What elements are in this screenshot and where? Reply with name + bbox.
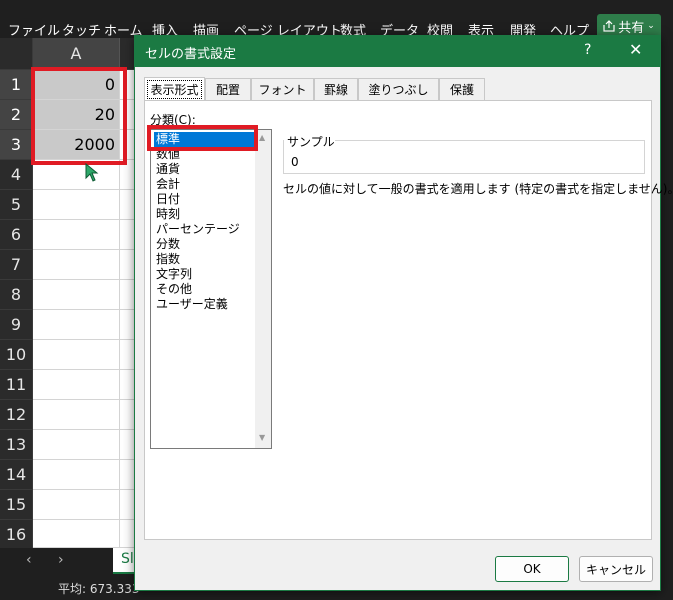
category-listbox[interactable]: 標準 数値 通貨 会計 日付 時刻 パーセンテージ 分数 指数 文字列 その他 … <box>150 129 272 449</box>
row-header[interactable]: 5 <box>0 190 33 220</box>
category-scrollbar[interactable] <box>255 130 271 448</box>
cell-a16[interactable] <box>33 520 120 548</box>
list-item[interactable]: 指数 <box>154 252 254 267</box>
cell-a5[interactable] <box>33 190 120 220</box>
cell-a7[interactable] <box>33 250 120 280</box>
dialog-title: セルの書式設定 <box>145 47 237 62</box>
scroll-down-icon[interactable]: ▼ <box>259 433 265 442</box>
list-item[interactable]: 通貨 <box>154 162 254 177</box>
menu-draw[interactable]: 描画 <box>193 20 219 39</box>
row-header[interactable]: 1 <box>0 70 33 100</box>
sample-label: サンプル <box>287 135 335 149</box>
menu-review[interactable]: 校閲 <box>427 20 453 39</box>
cell-a13[interactable] <box>33 430 120 460</box>
select-all-corner[interactable] <box>0 38 33 70</box>
list-item[interactable]: ユーザー定義 <box>154 297 254 312</box>
sample-value: 0 <box>291 155 299 169</box>
ribbon-menubar: ファイル タッチ ホーム 挿入 描画 ページ レイアウト 数式 データ 校閲 表… <box>0 0 673 39</box>
menu-home[interactable]: ホーム <box>104 20 143 39</box>
sheet-prev-icon[interactable]: ‹ <box>26 552 32 568</box>
cell-a15[interactable] <box>33 490 120 520</box>
share-icon <box>603 20 615 32</box>
row-header[interactable]: 2 <box>0 100 33 130</box>
cell-a8[interactable] <box>33 280 120 310</box>
row-header[interactable]: 6 <box>0 220 33 250</box>
share-label: 共有 <box>618 20 645 36</box>
sheet-next-icon[interactable]: › <box>58 552 64 568</box>
tab-alignment[interactable]: 配置 <box>205 78 251 100</box>
row-header[interactable]: 13 <box>0 430 33 460</box>
mouse-cursor-icon <box>85 163 99 182</box>
tab-protection[interactable]: 保護 <box>439 78 485 100</box>
row-header[interactable]: 15 <box>0 490 33 520</box>
cell-a9[interactable] <box>33 310 120 340</box>
help-button[interactable]: ? <box>584 42 591 58</box>
row-header[interactable]: 10 <box>0 340 33 370</box>
list-item[interactable]: その他 <box>154 282 254 297</box>
menu-view[interactable]: 表示 <box>468 20 494 39</box>
cell-a6[interactable] <box>33 220 120 250</box>
cancel-button[interactable]: キャンセル <box>579 556 653 582</box>
tab-font[interactable]: フォント <box>251 78 314 100</box>
row-header[interactable]: 16 <box>0 520 33 550</box>
selection-highlight-box <box>31 67 127 165</box>
menu-file[interactable]: ファイル <box>8 20 60 39</box>
sample-group <box>283 140 645 174</box>
tab-number[interactable]: 表示形式 <box>144 77 205 101</box>
category-highlight-box <box>147 125 258 151</box>
column-header-a[interactable]: A <box>33 38 120 70</box>
row-header[interactable]: 8 <box>0 280 33 310</box>
list-item[interactable]: 時刻 <box>154 207 254 222</box>
tab-border[interactable]: 罫線 <box>314 78 358 100</box>
format-cells-dialog: セルの書式設定 ? ✕ 表示形式 配置 フォント 罫線 塗りつぶし 保護 分類(… <box>134 35 673 591</box>
cell-a11[interactable] <box>33 370 120 400</box>
menu-data[interactable]: データ <box>380 20 419 39</box>
row-header[interactable]: 12 <box>0 400 33 430</box>
row-header[interactable]: 3 <box>0 130 33 160</box>
cell-a14[interactable] <box>33 460 120 490</box>
list-item[interactable]: パーセンテージ <box>154 222 254 237</box>
menu-help[interactable]: ヘルプ <box>550 20 589 39</box>
chevron-down-icon: ⌄ <box>647 21 655 31</box>
close-icon[interactable]: ✕ <box>629 40 642 59</box>
menu-touch[interactable]: タッチ <box>62 20 101 39</box>
list-item[interactable]: 文字列 <box>154 267 254 282</box>
menu-page-layout[interactable]: ページ レイアウト <box>234 20 342 39</box>
row-header[interactable]: 14 <box>0 460 33 490</box>
row-header[interactable]: 7 <box>0 250 33 280</box>
dialog-title-bar[interactable]: セルの書式設定 ? ✕ <box>135 36 660 67</box>
list-item[interactable]: 日付 <box>154 192 254 207</box>
list-item[interactable]: 会計 <box>154 177 254 192</box>
menu-formulas[interactable]: 数式 <box>340 20 366 39</box>
ok-button[interactable]: OK <box>495 556 569 582</box>
list-item[interactable]: 分数 <box>154 237 254 252</box>
format-description: セルの値に対して一般の書式を適用します (特定の書式を指定しません)。 <box>283 182 673 196</box>
tab-number-label: 表示形式 <box>147 80 202 99</box>
row-header[interactable]: 4 <box>0 160 33 190</box>
row-header[interactable]: 9 <box>0 310 33 340</box>
row-header[interactable]: 11 <box>0 370 33 400</box>
menu-insert[interactable]: 挿入 <box>152 20 178 39</box>
cell-a12[interactable] <box>33 400 120 430</box>
scroll-up-icon[interactable]: ▲ <box>259 133 265 142</box>
cell-a10[interactable] <box>33 340 120 370</box>
menu-developer[interactable]: 開発 <box>510 20 536 39</box>
tab-fill[interactable]: 塗りつぶし <box>358 78 439 100</box>
status-average: 平均: 673.333 <box>58 582 140 596</box>
